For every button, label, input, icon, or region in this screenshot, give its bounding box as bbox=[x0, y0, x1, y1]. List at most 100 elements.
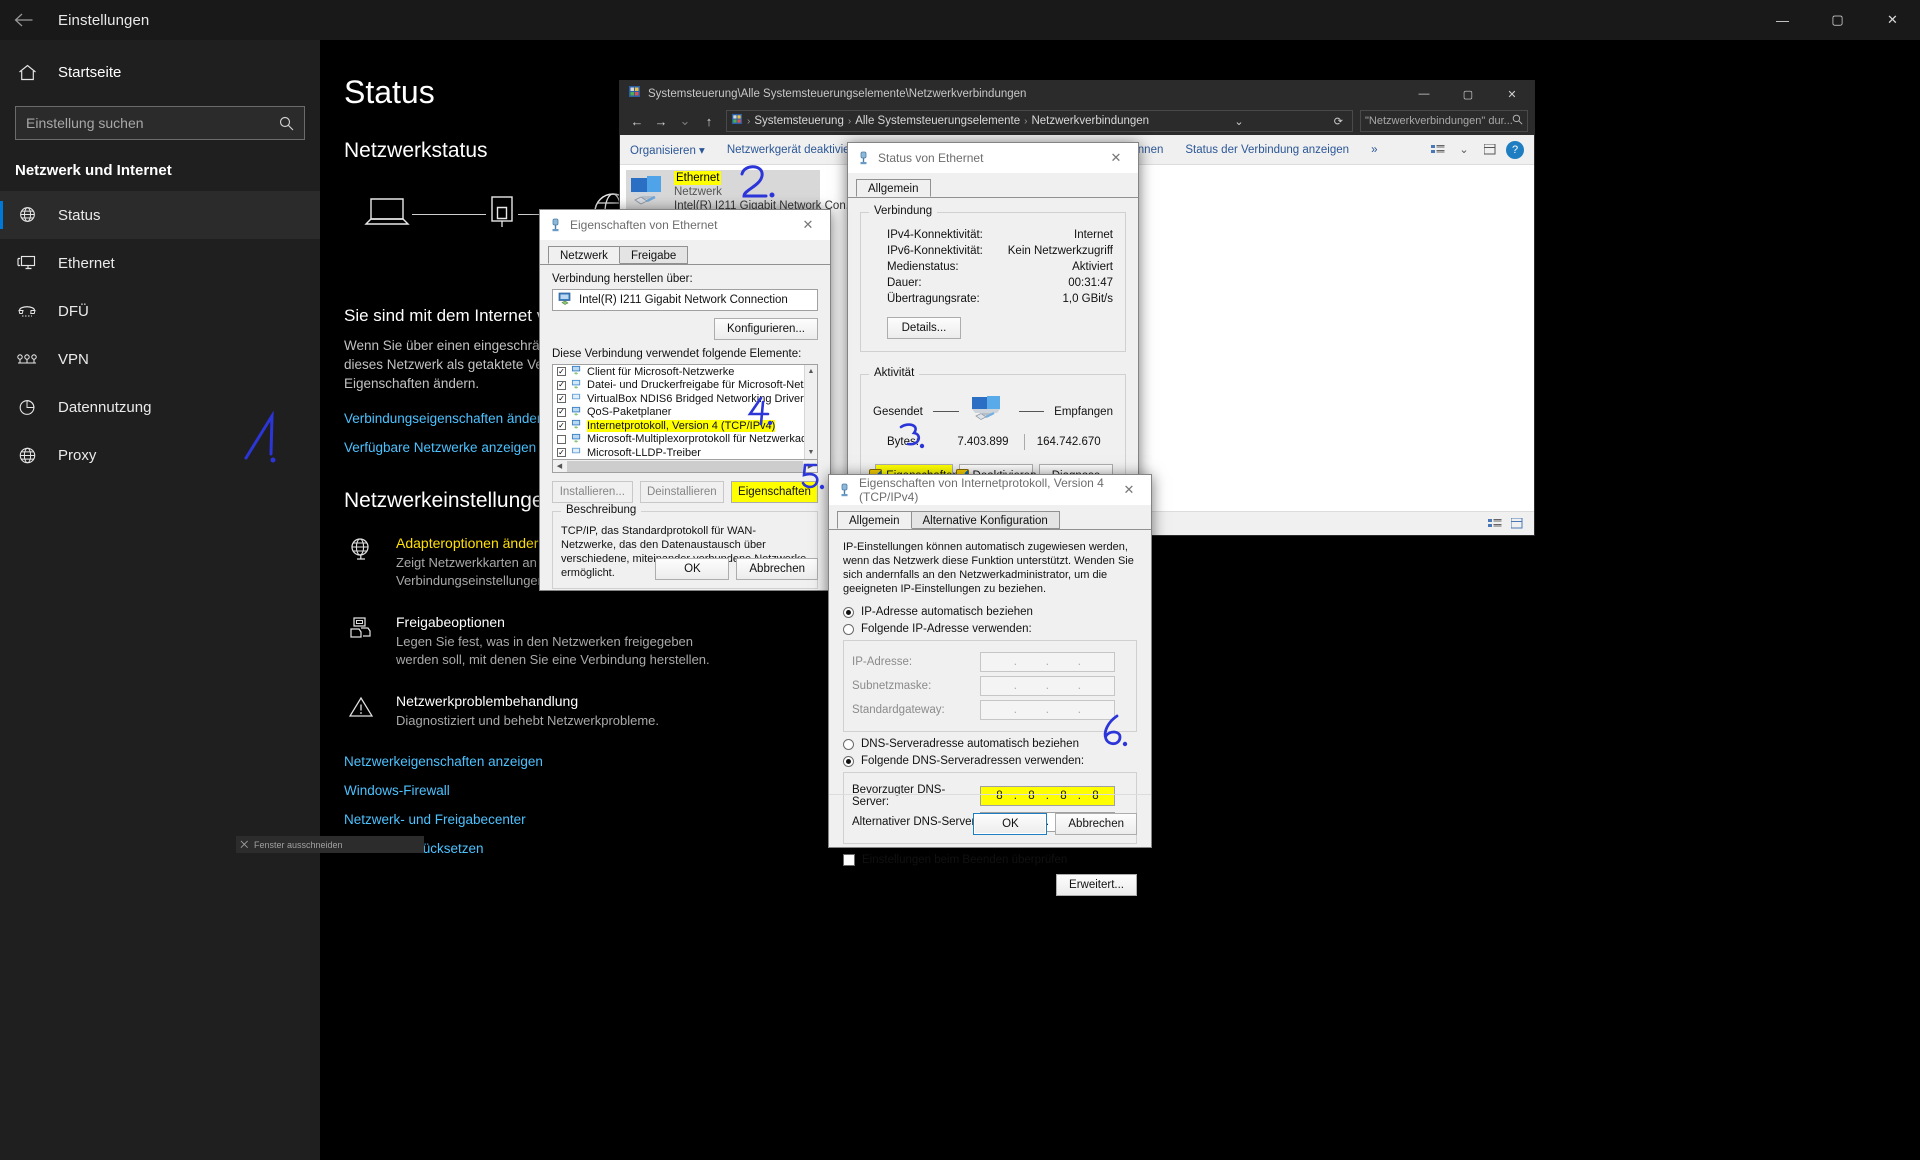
radio-button[interactable] bbox=[843, 607, 854, 618]
details-view-icon[interactable] bbox=[1428, 141, 1448, 159]
abbrechen-button[interactable]: Abbrechen bbox=[736, 558, 818, 580]
radio-dns-automatisch[interactable]: DNS-Serveradresse automatisch beziehen bbox=[843, 738, 1137, 750]
ip-adresse-input[interactable]: . . . bbox=[980, 652, 1115, 672]
close-button[interactable]: ✕ bbox=[1865, 0, 1920, 40]
toolbar-netzwerkgeraet-deaktivieren[interactable]: Netzwerkgerät deaktivieren bbox=[727, 144, 866, 156]
status-dialog-title: Status von Ethernet bbox=[878, 151, 983, 165]
chevron-down-icon[interactable]: ⌄ bbox=[1454, 141, 1474, 159]
tab-alternative-konfiguration[interactable]: Alternative Konfiguration bbox=[911, 511, 1060, 529]
breadcrumb[interactable]: › Systemsteuerung › Alle Systemsteuerung… bbox=[726, 110, 1353, 132]
sidebar-item-status[interactable]: Status bbox=[0, 191, 320, 239]
radio-ip-automatisch[interactable]: IP-Adresse automatisch beziehen bbox=[843, 606, 1137, 618]
field-label: Alternativer DNS-Server: bbox=[852, 816, 980, 828]
details-button[interactable]: Details... bbox=[887, 317, 961, 339]
radio-button[interactable] bbox=[843, 739, 854, 750]
radio-dns-manuell[interactable]: Folgende DNS-Serveradressen verwenden: bbox=[843, 755, 1137, 767]
close-icon[interactable]: ✕ bbox=[1094, 143, 1138, 173]
sidebar-item-dfu[interactable]: DFÜ bbox=[0, 287, 320, 335]
toolbar-overflow[interactable]: » bbox=[1371, 144, 1377, 156]
horizontal-scrollbar[interactable]: ◀ ▶ bbox=[552, 460, 818, 473]
tab-allgemein[interactable]: Allgemein bbox=[856, 179, 931, 197]
minimize-button[interactable]: — bbox=[1402, 81, 1446, 107]
radio-button[interactable] bbox=[843, 624, 854, 635]
erweitert-button[interactable]: Erweitert... bbox=[1056, 874, 1137, 896]
list-item[interactable]: ✓ Microsoft-LLDP-Treiber bbox=[553, 446, 817, 459]
installieren-button[interactable]: Installieren... bbox=[552, 481, 633, 503]
konfigurieren-button[interactable]: Konfigurieren... bbox=[714, 318, 818, 340]
minimize-button[interactable]: — bbox=[1755, 0, 1810, 40]
checkbox[interactable]: ✓ bbox=[557, 367, 566, 376]
link-verbindungseigenschaften[interactable]: Verbindungseigenschaften ändern bbox=[344, 411, 549, 426]
deinstallieren-button[interactable]: Deinstallieren bbox=[640, 481, 724, 503]
checkbox[interactable]: ✓ bbox=[557, 408, 566, 417]
maximize-button[interactable]: ▢ bbox=[1446, 81, 1490, 107]
checkbox[interactable]: ✓ bbox=[557, 381, 566, 390]
link-verfuegbare-netzwerke[interactable]: Verfügbare Netzwerke anzeigen bbox=[344, 440, 536, 455]
annotation-stroke-5 bbox=[800, 462, 840, 500]
tab-allgemein[interactable]: Allgemein bbox=[837, 511, 912, 529]
search-input[interactable] bbox=[16, 115, 279, 131]
checkbox[interactable] bbox=[557, 435, 566, 444]
checkbox[interactable]: ✓ bbox=[557, 394, 566, 403]
toolbar-organisieren[interactable]: Organisieren ▾ bbox=[630, 143, 705, 157]
octet: 8 bbox=[1051, 790, 1077, 802]
explorer-search-box[interactable]: "Netzwerkverbindungen" dur... bbox=[1360, 110, 1528, 132]
help-icon[interactable]: ? bbox=[1506, 141, 1524, 159]
forward-icon[interactable]: → bbox=[650, 110, 672, 132]
tab-netzwerk[interactable]: Netzwerk bbox=[548, 246, 620, 264]
standardgateway-input[interactable]: . . . bbox=[980, 700, 1115, 720]
sidebar-item-vpn[interactable]: VPN bbox=[0, 335, 320, 383]
radio-ip-manuell[interactable]: Folgende IP-Adresse verwenden: bbox=[843, 623, 1137, 635]
tab-freigabe[interactable]: Freigabe bbox=[619, 246, 688, 264]
link-netzwerkeigenschaften[interactable]: Netzwerkeigenschaften anzeigen bbox=[344, 754, 543, 769]
toolbar-status-anzeigen[interactable]: Status der Verbindung anzeigen bbox=[1185, 144, 1349, 156]
close-button[interactable]: ✕ bbox=[1490, 81, 1534, 107]
status-dialog-titlebar: Status von Ethernet ✕ bbox=[848, 143, 1138, 173]
breadcrumb-item-alle-elemente[interactable]: Alle Systemsteuerungselemente bbox=[855, 115, 1020, 127]
details-view-icon[interactable] bbox=[1486, 516, 1504, 532]
verbindung-group: Verbindung IPv4-Konnektivität: Internet … bbox=[860, 212, 1126, 352]
ok-button[interactable]: OK bbox=[655, 558, 729, 580]
breadcrumb-item-netzwerkverbindungen[interactable]: Netzwerkverbindungen bbox=[1031, 115, 1149, 127]
sidebar-item-label: Status bbox=[58, 207, 101, 224]
link-windows-firewall[interactable]: Windows-Firewall bbox=[344, 783, 450, 798]
validate-settings-row[interactable]: Einstellungen beim Beenden überprüfen bbox=[843, 854, 1137, 866]
back-button[interactable] bbox=[0, 0, 46, 40]
close-icon[interactable]: ✕ bbox=[786, 210, 830, 240]
link-freigabecenter[interactable]: Netzwerk- und Freigabecenter bbox=[344, 812, 526, 827]
back-icon[interactable]: ← bbox=[626, 110, 648, 132]
vertical-scrollbar[interactable]: ▲ ▼ bbox=[804, 365, 817, 459]
chevron-down-icon[interactable]: ⌄ bbox=[1229, 115, 1248, 128]
sidebar-home-label: Startseite bbox=[58, 64, 121, 81]
checkbox[interactable]: ✓ bbox=[557, 448, 566, 457]
recent-locations-icon[interactable]: ⌄ bbox=[674, 110, 696, 132]
explorer-caption-buttons: — ▢ ✕ bbox=[1402, 81, 1534, 107]
adapter-display-field: Intel(R) I211 Gigabit Network Connection bbox=[552, 289, 818, 311]
sidebar-item-home[interactable]: Startseite bbox=[0, 50, 320, 94]
bevorzugter-dns-input[interactable]: 8. 8. 8. 8 bbox=[980, 786, 1115, 806]
abbrechen-button[interactable]: Abbrechen bbox=[1055, 813, 1137, 835]
large-icons-view-icon[interactable] bbox=[1480, 141, 1500, 159]
scroll-up-icon[interactable]: ▲ bbox=[805, 365, 817, 378]
scroll-left-icon[interactable]: ◀ bbox=[553, 460, 566, 473]
sidebar-item-ethernet[interactable]: Ethernet bbox=[0, 239, 320, 287]
checkbox[interactable]: ✓ bbox=[557, 421, 566, 430]
protocol-name: Client für Microsoft-Netzwerke bbox=[587, 366, 734, 378]
settings-search-box[interactable] bbox=[15, 106, 305, 140]
close-icon[interactable]: ✕ bbox=[1107, 475, 1151, 505]
up-icon[interactable]: ↑ bbox=[698, 110, 720, 132]
radio-button[interactable] bbox=[843, 756, 854, 767]
scrollbar-thumb[interactable] bbox=[567, 461, 803, 472]
refresh-icon[interactable]: ⟳ bbox=[1329, 115, 1348, 128]
list-item[interactable]: ✓ Datei- und Druckerfreigabe für Microso… bbox=[553, 379, 817, 393]
snip-toolbar[interactable]: Fenster ausschneiden bbox=[236, 836, 424, 853]
scroll-down-icon[interactable]: ▼ bbox=[805, 446, 817, 459]
maximize-button[interactable]: ▢ bbox=[1810, 0, 1865, 40]
subnetzmaske-input[interactable]: . . . bbox=[980, 676, 1115, 696]
diagram-line-1 bbox=[412, 214, 486, 215]
checkbox[interactable] bbox=[843, 854, 855, 866]
list-item[interactable]: ✓ Client für Microsoft-Netzwerke bbox=[553, 365, 817, 379]
ok-button[interactable]: OK bbox=[973, 813, 1047, 835]
breadcrumb-item-systemsteuerung[interactable]: Systemsteuerung bbox=[754, 115, 844, 127]
large-icons-view-icon[interactable] bbox=[1508, 516, 1526, 532]
